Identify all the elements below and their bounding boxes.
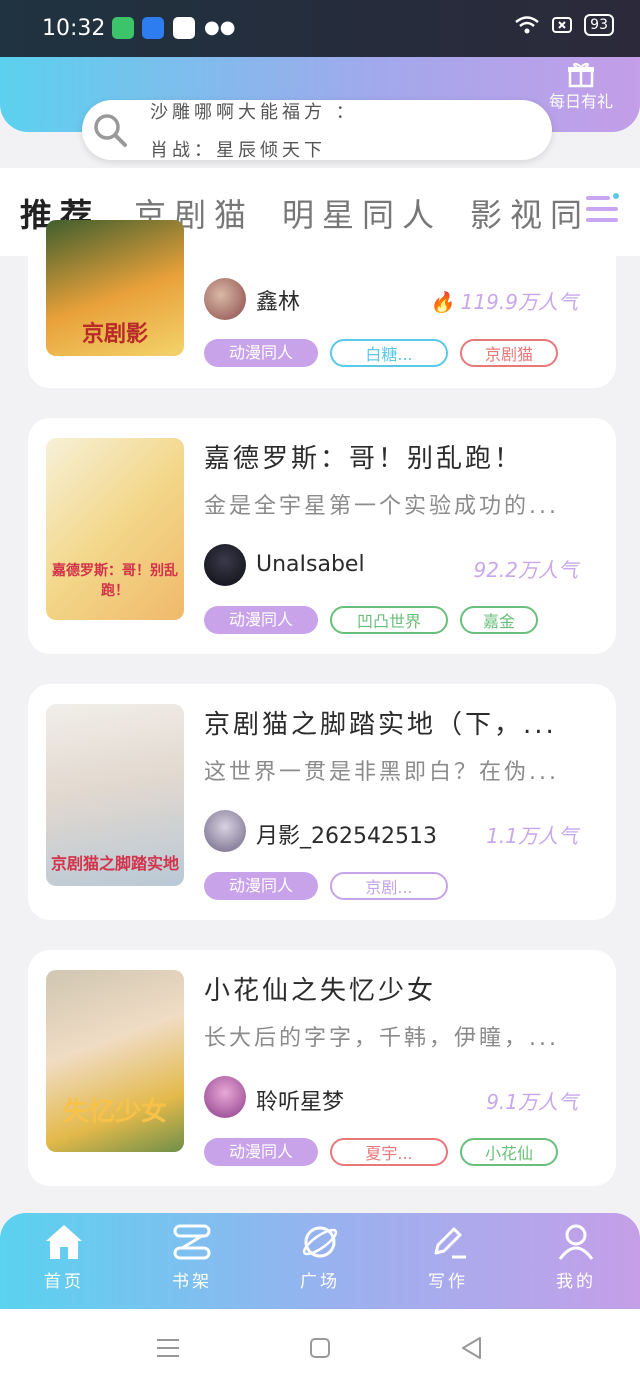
cover-image: 京剧影 [46, 220, 184, 356]
nav-label: 广场 [300, 1272, 340, 1292]
nav-label: 书架 [172, 1272, 212, 1292]
story-title: 京剧猫之脚踏实地（下，... [204, 710, 557, 740]
tag[interactable]: 凹凸世界 [330, 606, 448, 634]
cover-image: 京剧猫之脚踏实地 [46, 704, 184, 886]
pen-icon [434, 1227, 466, 1259]
search-icon [94, 114, 127, 147]
cover-image: 失忆少女 [46, 970, 184, 1152]
nav-label: 首页 [44, 1272, 84, 1292]
youku-app-icon [173, 17, 195, 39]
popularity: 1.1万人气 [486, 824, 578, 848]
tag[interactable]: 京剧... [330, 872, 448, 900]
daily-gift-label: 每日有礼 [548, 92, 613, 111]
browser-app-icon [142, 17, 164, 39]
avatar [204, 278, 246, 320]
sim-icon [552, 17, 573, 33]
avatar [204, 544, 246, 586]
planet-icon [302, 1226, 338, 1258]
video-app-icon [112, 17, 134, 39]
gift-icon [568, 62, 594, 88]
tag[interactable]: 白糖... [330, 339, 448, 367]
tag[interactable]: 京剧猫 [460, 339, 558, 367]
author-name: UnaIsabel [256, 552, 365, 577]
nav-label: 写作 [428, 1272, 468, 1292]
wechat-icon: ●● [204, 17, 236, 38]
story-title: 嘉德罗斯：哥！别乱跑！ [204, 444, 524, 474]
cover-image: 嘉德罗斯：哥！别乱跑！ [46, 438, 184, 620]
menu-icon[interactable] [586, 192, 620, 226]
story-card[interactable]: 京剧猫之脚踏实地 京剧猫之脚踏实地（下，... 这世界一贯是非黑即白？在伪...… [28, 684, 616, 920]
system-nav-bar [0, 1309, 640, 1387]
search-suggestions: 沙雕哪啊大能福方 ： 肖战：星辰倾天下 [150, 100, 358, 160]
home-icon [46, 1225, 82, 1259]
wifi-icon [515, 16, 539, 34]
search-suggestion-1: 沙雕哪啊大能福方 ： [150, 102, 358, 123]
nav-label: 我的 [556, 1272, 596, 1292]
tag[interactable]: 动漫同人 [204, 606, 318, 634]
popularity: 9.1万人气 [486, 1090, 578, 1114]
tag[interactable]: 动漫同人 [204, 1138, 318, 1166]
back-icon[interactable] [460, 1336, 484, 1360]
daily-gift-button[interactable]: 每日有礼 [536, 60, 626, 112]
profile-icon [558, 1224, 594, 1260]
bottom-nav: 首页 书架 广场 写作 我的 [0, 1213, 640, 1309]
story-description: 这世界一贯是非黑即白？在伪... [204, 760, 559, 785]
popularity-value: 119.9万人气 [460, 290, 578, 314]
tag[interactable]: 小花仙 [460, 1138, 558, 1166]
tag[interactable]: 动漫同人 [204, 872, 318, 900]
story-title: 小花仙之失忆少女 [204, 976, 437, 1006]
tag[interactable]: 动漫同人 [204, 339, 318, 367]
nav-write[interactable]: 写作 [408, 1223, 488, 1292]
tag[interactable]: 嘉金 [460, 606, 538, 634]
story-description: 金是全宇星第一个实验成功的... [204, 494, 559, 519]
bookshelf-icon [173, 1224, 211, 1260]
story-description: 长大后的字字，千韩，伊瞳，... [204, 1026, 559, 1051]
nav-profile[interactable]: 我的 [536, 1223, 616, 1292]
recent-apps-icon[interactable] [156, 1337, 180, 1359]
author-name: 鑫林 [256, 290, 301, 315]
battery-indicator: 93 [584, 14, 614, 36]
popularity: 🔥 119.9万人气 [429, 290, 578, 314]
popularity: 92.2万人气 [473, 558, 578, 582]
status-bar: 10:32 ●● 93 [0, 0, 640, 57]
nav-bookshelf[interactable]: 书架 [152, 1223, 232, 1292]
author-name: 聆听星梦 [256, 1090, 345, 1115]
avatar [204, 1076, 246, 1118]
home-button-icon[interactable] [309, 1337, 331, 1359]
author-name: 月影_262542513 [256, 824, 437, 849]
story-card[interactable]: 嘉德罗斯：哥！别乱跑！ 嘉德罗斯：哥！别乱跑！ 金是全宇星第一个实验成功的...… [28, 418, 616, 654]
nav-home[interactable]: 首页 [24, 1223, 104, 1292]
search-box[interactable]: 沙雕哪啊大能福方 ： 肖战：星辰倾天下 [82, 100, 552, 160]
tag[interactable]: 夏宇... [330, 1138, 448, 1166]
avatar [204, 810, 246, 852]
status-time: 10:32 [42, 16, 106, 41]
story-card[interactable]: 京剧影 鑫林 🔥 119.9万人气 动漫同人 白糖... 京剧猫 [28, 220, 616, 388]
nav-square[interactable]: 广场 [280, 1223, 360, 1292]
search-suggestion-2: 肖战：星辰倾天下 [150, 140, 326, 160]
story-card[interactable]: 失忆少女 小花仙之失忆少女 长大后的字字，千韩，伊瞳，... 聆听星梦 9.1万… [28, 950, 616, 1186]
